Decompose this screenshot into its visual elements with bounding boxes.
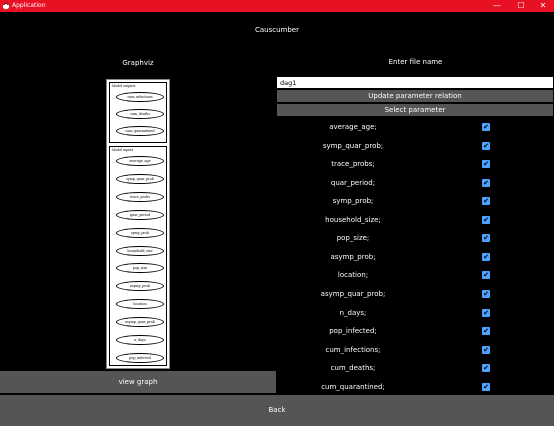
- parameter-row: cum_deaths; ✔: [277, 359, 553, 377]
- view-graph-button[interactable]: view graph: [0, 371, 276, 393]
- parameter-label: average_age;: [329, 123, 377, 131]
- parameter-row: symp_quar_prob; ✔: [277, 137, 553, 155]
- parameter-checkbox[interactable]: ✔: [482, 271, 490, 280]
- graph-image: Model outputs cum_infections cum_deathscu…: [106, 79, 170, 369]
- parameter-label: pop_size;: [336, 234, 370, 243]
- back-button[interactable]: Back: [0, 395, 554, 426]
- parameter-row: n_days; ✔: [277, 304, 553, 322]
- parameter-checkbox[interactable]: ✔: [482, 178, 490, 187]
- inputs-cluster-label: Model inputs: [112, 148, 134, 152]
- outputs-cluster: Model outputs cum_infections cum_deathscu…: [109, 82, 167, 143]
- select-parameter-button[interactable]: Select parameter: [277, 104, 553, 116]
- parameter-label: location;: [337, 271, 369, 280]
- maximize-button[interactable]: ☐: [510, 0, 532, 12]
- graph-node: average_age: [116, 156, 164, 166]
- graph-node: asymp_prob: [116, 281, 164, 292]
- graph-node: pop_infected: [116, 352, 164, 363]
- parameter-row: quar_period; ✔: [277, 174, 553, 192]
- outputs-cluster-label: Model outputs: [112, 84, 136, 88]
- minimize-button[interactable]: —: [486, 0, 508, 12]
- parameter-label: asymp_quar_prob;: [320, 289, 386, 298]
- parameter-label: pop_infected;: [329, 327, 377, 336]
- graph-node: cum_quarantined: [116, 126, 164, 136]
- app-icon: [2, 2, 10, 10]
- app-heading: Causcumber: [255, 26, 299, 34]
- file-name-label: Enter file name: [388, 58, 443, 66]
- parameter-label: cum_infections;: [325, 345, 381, 354]
- parameter-checkbox[interactable]: ✔: [482, 141, 490, 150]
- parameter-row: cum_infections; ✔: [277, 341, 553, 359]
- close-button[interactable]: ✕: [532, 0, 554, 12]
- parameter-row: symp_prob; ✔: [277, 192, 553, 210]
- parameter-label: symp_quar_prob;: [322, 141, 384, 150]
- parameter-checkbox[interactable]: ✔: [482, 289, 490, 298]
- parameter-label: cum_deaths;: [330, 364, 376, 373]
- parameter-row: asymp_prob; ✔: [277, 248, 553, 266]
- parameter-row: pop_size; ✔: [277, 229, 553, 247]
- parameter-checkbox[interactable]: ✔: [482, 123, 490, 131]
- graph-node: symp_prob: [116, 227, 164, 238]
- inputs-cluster: Model inputs average_age symp_quar_probtr…: [109, 146, 167, 366]
- graph-node: location: [116, 299, 164, 310]
- parameter-row: pop_infected; ✔: [277, 322, 553, 340]
- title-bar: Application — ☐ ✕: [0, 0, 554, 12]
- graph-node: household_size: [116, 245, 164, 256]
- parameter-checkbox[interactable]: ✔: [482, 327, 490, 336]
- parameter-label: quar_period;: [330, 178, 376, 187]
- parameter-checkbox[interactable]: ✔: [482, 364, 490, 373]
- parameter-label: n_days;: [339, 308, 367, 317]
- graph-node: symp_quar_prob: [116, 173, 164, 184]
- parameter-row: household_size; ✔: [277, 211, 553, 229]
- parameter-label: trace_probs;: [331, 160, 375, 169]
- parameter-row: average_age; ✔: [277, 118, 553, 136]
- parameter-checkbox[interactable]: ✔: [482, 160, 490, 169]
- parameter-label: cum_quarantined;: [321, 382, 385, 391]
- graph-node: cum_deaths: [116, 109, 164, 119]
- parameter-row: asymp_quar_prob; ✔: [277, 285, 553, 303]
- parameter-row: location; ✔: [277, 266, 553, 284]
- graphviz-title: Graphviz: [122, 59, 154, 67]
- parameter-checkbox[interactable]: ✔: [482, 252, 490, 261]
- parameter-row: trace_probs; ✔: [277, 155, 553, 173]
- parameter-checkbox[interactable]: ✔: [482, 345, 490, 354]
- graph-node: n_days: [116, 335, 164, 345]
- parameter-row: cum_quarantined; ✔: [277, 378, 553, 396]
- parameter-label: household_size;: [325, 215, 381, 224]
- parameter-checkbox[interactable]: ✔: [482, 197, 490, 206]
- parameter-label: asymp_prob;: [330, 252, 376, 261]
- update-parameter-relation-button[interactable]: Update parameter relation: [277, 90, 553, 102]
- window-title: Application: [12, 2, 46, 9]
- graph-node: trace_probs: [116, 191, 164, 202]
- parameter-checkbox[interactable]: ✔: [482, 308, 490, 317]
- graph-node: cum_infections: [116, 92, 164, 102]
- parameter-label: symp_prob;: [332, 197, 374, 206]
- graph-node: asymp_quar_prob: [116, 317, 164, 328]
- parameter-checkbox[interactable]: ✔: [482, 234, 490, 243]
- graph-node: quar_period: [116, 209, 164, 220]
- file-name-input[interactable]: [277, 77, 553, 88]
- parameter-checkbox[interactable]: ✔: [482, 382, 490, 391]
- parameter-checkbox[interactable]: ✔: [482, 215, 490, 224]
- graph-node: pop_size: [116, 263, 164, 274]
